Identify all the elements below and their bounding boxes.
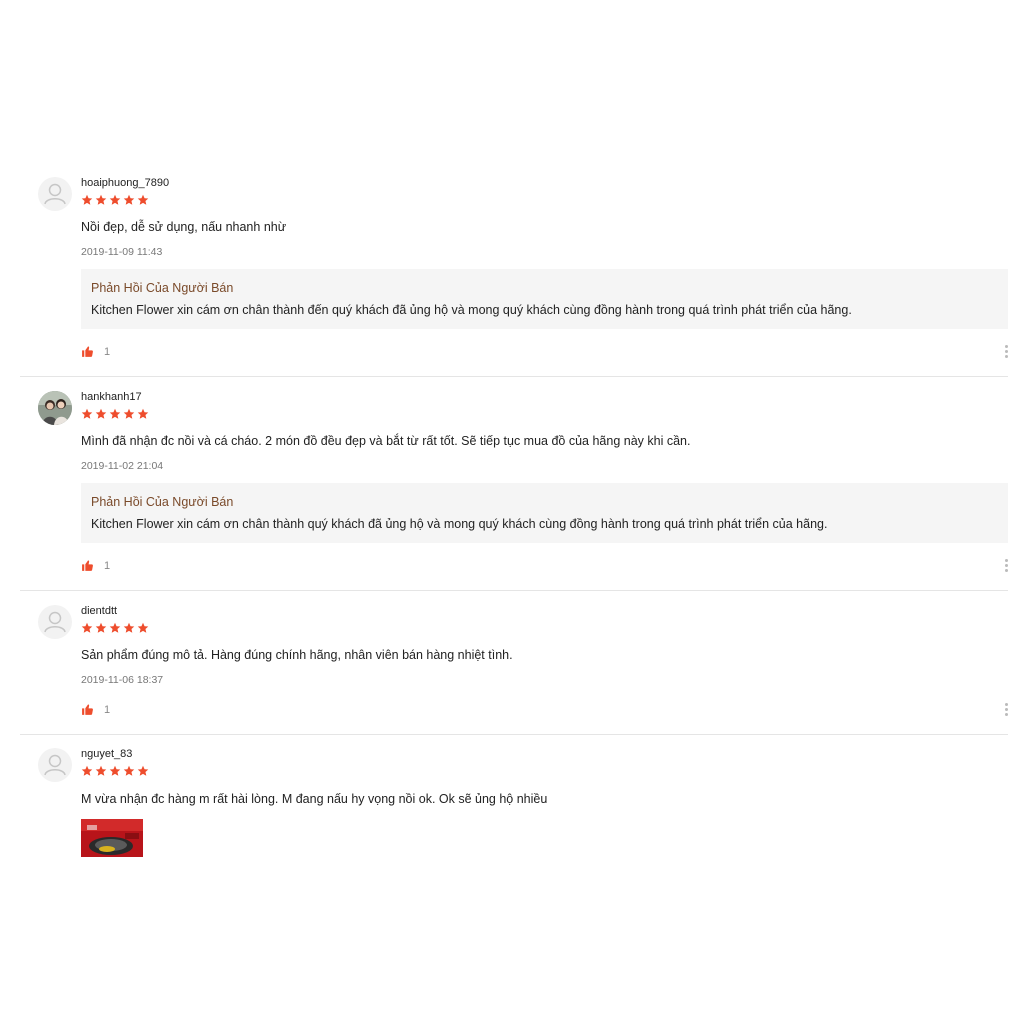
seller-reply: Phản Hồi Của Người Bán Kitchen Flower xi… [81,269,1008,329]
rating-stars [81,408,149,420]
more-options-button[interactable] [1002,345,1010,361]
review-photo [81,819,143,857]
seller-reply-title: Phản Hồi Của Người Bán [91,495,234,509]
like-button[interactable]: 1 [81,559,110,572]
star-icon [123,408,135,419]
thumbs-up-icon [82,704,93,715]
more-options-button[interactable] [1002,559,1010,575]
divider [20,734,1008,735]
star-icon [109,765,121,776]
avatar[interactable] [38,748,72,782]
star-icon [95,194,107,205]
rating-stars [81,765,149,777]
seller-reply-text: Kitchen Flower xin cám ơn chân thành quý… [91,517,828,531]
more-vertical-icon [1004,703,1008,706]
star-icon [123,765,135,776]
star-icon [137,765,149,776]
rating-stars [81,194,149,206]
thumbs-up-icon [82,560,93,571]
seller-reply-text: Kitchen Flower xin cám ơn chân thành đến… [91,303,852,317]
avatar-placeholder-icon [44,183,66,205]
more-vertical-icon [1004,559,1008,562]
more-options-button[interactable] [1002,703,1010,719]
star-icon [123,622,135,633]
review-photo-thumbnail[interactable] [81,819,143,857]
like-count: 1 [104,345,111,358]
like-button[interactable]: 1 [81,345,110,358]
review-comment: Sản phẩm đúng mô tả. Hàng đúng chính hãn… [81,648,513,662]
star-icon [95,765,107,776]
review-comment: Nồi đẹp, dễ sử dụng, nấu nhanh nhừ [81,220,287,234]
star-icon [137,194,149,205]
reviewer-username: hankhanh17 [81,391,142,403]
star-icon [137,622,149,633]
star-icon [95,408,107,419]
divider [20,376,1008,377]
avatar-placeholder-icon [44,754,66,776]
star-icon [109,194,121,205]
review-date: 2019-11-02 21:04 [81,460,164,472]
like-button[interactable]: 1 [81,703,110,716]
review-comment: Mình đã nhận đc nồi và cá cháo. 2 món đồ… [81,434,691,448]
star-icon [137,408,149,419]
review-comment: M vừa nhận đc hàng m rất hài lòng. M đan… [81,792,548,806]
avatar-placeholder-icon [44,611,66,633]
user-photo-avatar [38,391,72,425]
seller-reply-title: Phản Hồi Của Người Bán [91,281,234,295]
star-icon [81,194,93,205]
review-date: 2019-11-09 11:43 [81,246,163,258]
reviewer-username: nguyet_83 [81,748,133,760]
avatar[interactable] [38,605,72,639]
star-icon [81,408,93,419]
avatar[interactable] [38,177,72,211]
more-vertical-icon [1004,345,1008,348]
star-icon [109,622,121,633]
reviewer-username: dientdtt [81,605,118,617]
star-icon [81,622,93,633]
star-icon [81,765,93,776]
avatar[interactable] [38,391,72,425]
review-date: 2019-11-06 18:37 [81,674,164,686]
thumbs-up-icon [82,346,93,357]
rating-stars [81,622,149,634]
reviewer-username: hoaiphuong_7890 [81,177,170,189]
star-icon [109,408,121,419]
divider [20,590,1008,591]
like-count: 1 [104,703,111,716]
like-count: 1 [104,559,111,572]
star-icon [123,194,135,205]
star-icon [95,622,107,633]
seller-reply: Phản Hồi Của Người Bán Kitchen Flower xi… [81,483,1008,543]
